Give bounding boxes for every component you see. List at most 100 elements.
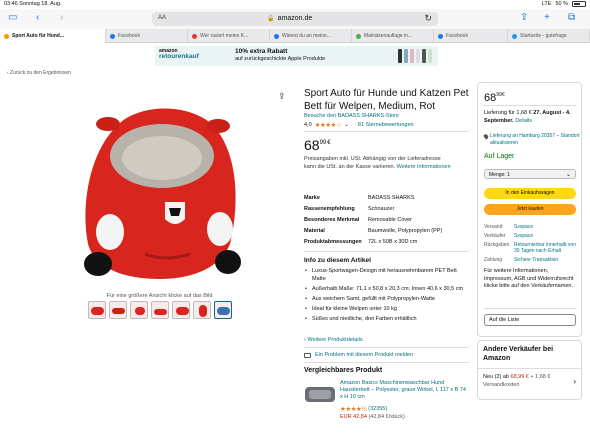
report-problem-link[interactable]: Ein Problem mit diesem Produkt melden (304, 352, 413, 358)
other-sellers-offer: Neu (2) ab 68,99 € + 1,68 € Versandkoste… (483, 374, 551, 388)
sidebar-icon[interactable]: ▭ (8, 12, 17, 24)
spec-table: Marke BADASS SHARKS Rassenempfehlung Schna… (304, 193, 474, 248)
tab-3[interactable]: Wer rasiert meine K... (188, 29, 270, 43)
list-item: Aus weichem Samt, gefüllt mit Polypropyl… (304, 296, 464, 304)
rating-count-link[interactable]: 81 Sternebewertungen (358, 122, 414, 128)
share-product-icon[interactable]: ⇪ (278, 91, 286, 102)
tab-bar: Sport Auto für Hund... Facebook Wer rasi… (0, 29, 590, 43)
other-sellers-box[interactable]: Andere Verkäufer bei Amazon Neu (2) ab 6… (477, 340, 582, 400)
chevron-down-icon: ⌄ (565, 172, 571, 178)
divider (484, 308, 576, 309)
thumbnail-strip (88, 301, 232, 319)
spec-row: Material Baumwolle, Polypropylen (PP) (304, 228, 443, 234)
chevron-right-icon: › (573, 377, 576, 386)
divider (484, 105, 576, 106)
comparable-rating-count[interactable]: (32355) (368, 406, 387, 412)
address-bar[interactable]: AA 🔒 amazon.de ↻ (152, 12, 438, 26)
thumbnail[interactable] (130, 301, 148, 319)
product-title: Sport Auto für Hunde und Katzen Pet Bett… (304, 88, 469, 112)
tab-7[interactable]: Startseite - gutefrage (508, 29, 590, 43)
product-main-image[interactable] (70, 84, 249, 290)
rating-stars-icon[interactable]: ★★★★☆ (315, 121, 342, 129)
other-sellers-heading: Andere Verkäufer bei Amazon (483, 346, 554, 362)
url-text: amazon.de (277, 15, 313, 22)
promo-banner[interactable]: amazon retourenkauf 10% extra Rabatt auf… (155, 46, 438, 66)
list-item: Ideal für kleine Welpen unter 10 kg (304, 306, 464, 314)
banner-text: 10% extra Rabatt auf zurückgeschickte Ap… (235, 48, 326, 62)
location-pin-icon (482, 133, 490, 140)
quantity-select[interactable]: Menge: 1 ⌄ (484, 169, 576, 179)
divider (304, 347, 469, 348)
thumbnail[interactable] (193, 301, 211, 319)
tab-4[interactable]: Wärest du an meine... (270, 29, 352, 43)
location-link[interactable]: Lieferung an Hamburg 20357 – Standort ak… (482, 133, 580, 146)
about-heading: Info zu diesem Artikel (304, 257, 371, 264)
divider (304, 362, 469, 363)
buy-box: 6899€ Lieferung für 1,68 € 27. August - … (477, 82, 582, 337)
rating-stars-icon: ★★★★½ (340, 406, 367, 413)
report-icon (304, 352, 311, 358)
about-list: Luxus-Sportwagen-Design mit herausnehmba… (304, 268, 464, 326)
status-bar: 03:46 Sonntag 18. Aug. LTE 50 % (0, 0, 590, 9)
list-item: Außerhalb Maße: 71,1 x 50,8 x 20,3 cm; I… (304, 286, 464, 294)
store-link[interactable]: Besuche den BADASS SHARKS-Store (304, 113, 399, 119)
tab-favicon (192, 33, 197, 39)
list-item: Luxus-Sportwagen-Design mit herausnehmba… (304, 268, 464, 283)
status-time: 03:46 Sonntag 18. Aug. (4, 1, 62, 7)
tab-5[interactable]: Matratzenauflage in... (352, 29, 434, 43)
thumbnail[interactable] (172, 301, 190, 319)
more-details-link[interactable]: › Weitere Produktdetails (304, 337, 363, 343)
spec-row: Besonderes Merkmal Removable Cover (304, 217, 413, 223)
battery-label: 50 % (555, 1, 568, 7)
buybox-price: 6899€ (484, 92, 505, 104)
tab-favicon (356, 33, 361, 39)
thumbnail[interactable] (88, 301, 106, 319)
rating-row: 4,0 ★★★★☆ ⌄ 81 Sternebewertungen (304, 121, 414, 129)
divider (304, 251, 469, 252)
tab-favicon (4, 33, 9, 39)
tabs-overview-icon[interactable]: ⧉ (568, 12, 575, 24)
comparable-price: EUR 42,84 (42,84 €/stück) (340, 414, 405, 420)
chevron-down-icon[interactable]: ⌄ (344, 122, 349, 128)
zoom-hint: Für eine größere Ansicht klicke auf das … (106, 293, 213, 299)
thumbnail-selected[interactable] (214, 301, 232, 319)
tab-favicon (438, 33, 443, 39)
status-right: LTE 50 % (542, 1, 586, 7)
buy-now-button[interactable]: Jetzt kaufen (484, 204, 576, 215)
table-row: Verkäufer Sxspace (484, 232, 534, 239)
tab-1[interactable]: Sport Auto für Hund... (0, 29, 106, 43)
table-row: Versand Sxspace (484, 223, 534, 230)
add-to-list-button[interactable]: Auf die Liste (484, 314, 576, 326)
new-tab-icon[interactable]: + (544, 12, 550, 24)
vat-info-link[interactable]: Weitere Informationen (397, 164, 451, 170)
vat-note: Preisangaben inkl. USt. Abhängig von der… (304, 156, 451, 170)
browser-toolbar: ▭ ‹ › AA 🔒 amazon.de ↻ ⇪ + ⧉ (0, 9, 590, 29)
reload-icon[interactable]: ↻ (424, 13, 432, 24)
divider (304, 131, 469, 132)
tab-6[interactable]: Facebook (434, 29, 508, 43)
product-price: 6899€ (304, 137, 331, 153)
share-icon[interactable]: ⇪ (520, 12, 528, 24)
comparable-product-image[interactable] (304, 384, 336, 404)
network-label: LTE (541, 1, 552, 7)
back-icon[interactable]: ‹ (36, 12, 39, 24)
seller-info-table: Versand Sxspace Verkäufer Sxspace Rückgabe… (484, 222, 580, 264)
tab-2[interactable]: Facebook (106, 29, 188, 43)
tab-favicon (512, 33, 517, 39)
spec-row: Marke BADASS SHARKS (304, 195, 415, 201)
table-row: Rückgaben Retournierbar innerhalb von 30 … (484, 241, 576, 254)
forward-icon[interactable]: › (60, 12, 63, 24)
back-to-results-link[interactable]: ‹ Zurück zu den Ergebnissen (7, 70, 71, 76)
delivery-details-link[interactable]: Details (515, 118, 532, 124)
spec-row: Rassenempfehlung Schnauzer (304, 206, 395, 212)
add-to-cart-button[interactable]: In den Einkaufswagen (484, 188, 576, 199)
comparable-product-title[interactable]: Amazon Basics Maschinenwaschbar Hund Hau… (340, 380, 468, 401)
thumbnail[interactable] (151, 301, 169, 319)
delivery-info: Lieferung für 1,68 € 27. August - 4. Sep… (484, 110, 571, 124)
tab-favicon (274, 33, 279, 39)
spec-row: Produktabmessungen 72L x 50B x 30D cm (304, 239, 418, 245)
thumbnail[interactable] (109, 301, 127, 319)
comparable-rating: ★★★★½ (32355) (340, 405, 387, 413)
stock-status: Auf Lager (484, 153, 515, 160)
retourenkauf-logo: amazon retourenkauf (159, 48, 199, 60)
